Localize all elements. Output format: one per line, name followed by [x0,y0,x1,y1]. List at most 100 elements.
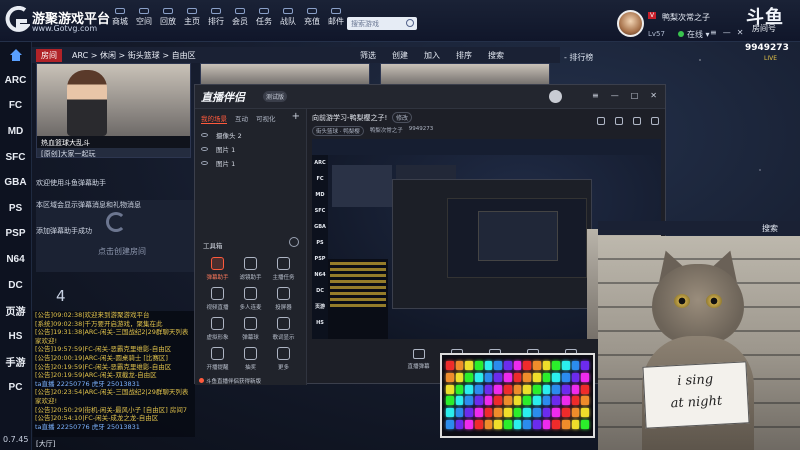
chat-panel[interactable]: [公告]09:02:38|欢迎来到游聚游戏平台 [系统]09:02:38|千万要开… [33,311,195,437]
avatar[interactable] [549,90,562,103]
toolbox-grid: 弹幕助手 滤镜助手 主播任务视频直播 多人连麦 投屏器虚拟形象 弹幕球 歌词显示开播提醒 抽奖… [201,257,301,371]
rail-item-pc[interactable]: PC [0,375,31,401]
scene-tab[interactable]: 互动 [235,113,248,124]
tool-button[interactable]: 视频直播 [201,287,234,311]
avatar[interactable] [617,10,644,37]
stream-control-button[interactable]: 直播弹幕 [403,345,435,385]
tool-label: 视频直播 [206,305,229,311]
subbar-action-button[interactable]: 创建 [392,50,408,61]
hall-channel[interactable]: [大厅] [36,439,55,449]
tool-button[interactable]: 弹幕球 [234,317,267,341]
settings-icon[interactable]: ≡ [710,28,717,37]
close-icon[interactable]: ✕ [650,91,657,100]
tool-button[interactable]: 歌词显示 [267,317,300,341]
subbar-action-button[interactable]: 排序 [456,50,472,61]
gotvg-logo-icon [106,212,126,232]
nav-item-9[interactable]: 邮件 [326,8,346,27]
nav-label: 排行 [208,17,224,26]
rail-item-psp[interactable]: PSP [0,221,31,247]
status-dropdown[interactable]: 在线 ▾ [678,29,710,40]
nav-item-1[interactable]: 空间 [134,8,154,27]
rail-item-fc[interactable]: FC [0,93,31,119]
create-room-tile[interactable]: 点击创建房间 [36,200,196,272]
tool-button[interactable]: 多人连麦 [234,287,267,311]
nav-item-8[interactable]: 充值 [302,8,322,27]
subbar-actions: 筛选 创建 加入 排序 搜索 [360,50,504,61]
rail-item-n64[interactable]: N64 [0,247,31,273]
settings-icon[interactable] [651,117,659,125]
room-card[interactable] [380,63,550,86]
room-card[interactable]: 热血篮球大乱斗 [原创]大家一起玩 [36,63,191,158]
maximize-icon[interactable]: □ [631,91,639,100]
tool-button[interactable]: 更多 [267,347,300,371]
rotate-icon[interactable] [597,117,605,125]
tool-button[interactable]: 弹幕助手 [201,257,234,281]
user-name[interactable]: 鸭梨次常之子 [662,12,710,23]
subbar-action-button[interactable]: 加入 [424,50,440,61]
nav-item-2[interactable]: 回放 [158,8,178,27]
keyboard-key [465,420,473,430]
nav-item-4[interactable]: 排行 [206,8,226,27]
rail-item-页游[interactable]: 页游 [0,298,31,324]
scene-tab[interactable]: 可视化 [256,113,276,124]
keyboard-key [446,372,454,382]
rail-item-md[interactable]: MD [0,119,31,145]
search-icon[interactable] [406,19,414,27]
ranking-title[interactable]: - 排行榜 [564,52,593,63]
subbar-action-button[interactable]: 搜索 [488,50,504,61]
room-card[interactable] [200,63,370,86]
preview-nested-inner [447,198,587,278]
add-source-icon[interactable]: + [292,111,300,122]
nav-item-6[interactable]: 任务 [254,8,274,27]
visibility-icon[interactable] [201,161,208,165]
tool-icon [277,287,290,300]
keyboard-key [532,361,541,370]
menu-icon[interactable]: ≡ [592,91,599,100]
window-controls: ≡ — □ ✕ [592,91,657,100]
rail-item-hs[interactable]: HS [0,324,31,350]
tool-button[interactable]: 虚拟形象 [201,317,234,341]
keyboard-key [542,408,551,418]
search-button[interactable]: 搜索 [762,223,778,234]
tool-icon [211,287,224,300]
tool-button[interactable]: 主播任务 [267,257,300,281]
rail-item-手游[interactable]: 手游 [0,349,31,375]
tool-button[interactable]: 开播提醒 [201,347,234,371]
scene-tab[interactable]: 我的场景 [201,113,227,124]
subbar-action-button[interactable]: 筛选 [360,50,376,61]
minimize-icon[interactable]: — [611,91,619,100]
tool-button[interactable]: 滤镜助手 [234,257,267,281]
nav-item-0[interactable]: 商城 [110,8,130,27]
nav-icon [259,8,269,14]
nav-item-3[interactable]: 主页 [182,8,202,27]
chat-message: [公告]19:31:38|ARC-闲关-三国战纪2|29群聊天列表 [35,328,189,337]
rail-item-gba[interactable]: GBA [0,170,31,196]
rail-item-ps[interactable]: PS [0,196,31,222]
edit-title-button[interactable]: 修改 [392,112,413,123]
close-icon[interactable]: ✕ [737,28,744,37]
preview-rail-item: PSP [314,256,326,262]
source-item[interactable]: 摄像头 2 [195,128,306,142]
tool-button[interactable]: 投屏器 [267,287,300,311]
visibility-icon[interactable] [201,133,208,137]
category-pill[interactable]: 街头篮球 · 鸭梨樱 [312,126,364,136]
home-icon[interactable] [0,42,31,68]
chat-message: [公告]19:57:59|FC-闲关-恶霸克里维影-自由区 [35,345,172,354]
nav-icon [331,8,341,14]
more-icon[interactable] [289,237,299,247]
source-item[interactable]: 图片 1 [195,156,306,170]
update-notice[interactable]: 斗鱼直播伴侣获得新版 [199,377,261,385]
rail-item-arc[interactable]: ARC [0,68,31,94]
tab-room[interactable]: 房间 [36,48,62,62]
source-item[interactable]: 图片 1 [195,142,306,156]
visibility-icon[interactable] [201,147,208,151]
fullscreen-icon[interactable] [633,117,641,125]
nav-item-7[interactable]: 战队 [278,8,298,27]
nav-item-5[interactable]: 会员 [230,8,250,27]
minimize-icon[interactable]: — [723,28,731,37]
tool-button[interactable]: 抽奖 [234,347,267,371]
rail-item-dc[interactable]: DC [0,272,31,298]
rail-item-sfc[interactable]: SFC [0,144,31,170]
lock-icon[interactable] [615,117,623,125]
streaming-app-window[interactable]: 直播伴侣 测试版 ≡ — □ ✕ 我的场景 互动 可视化 + 摄像头 2 图片 1 图片… [194,84,666,385]
